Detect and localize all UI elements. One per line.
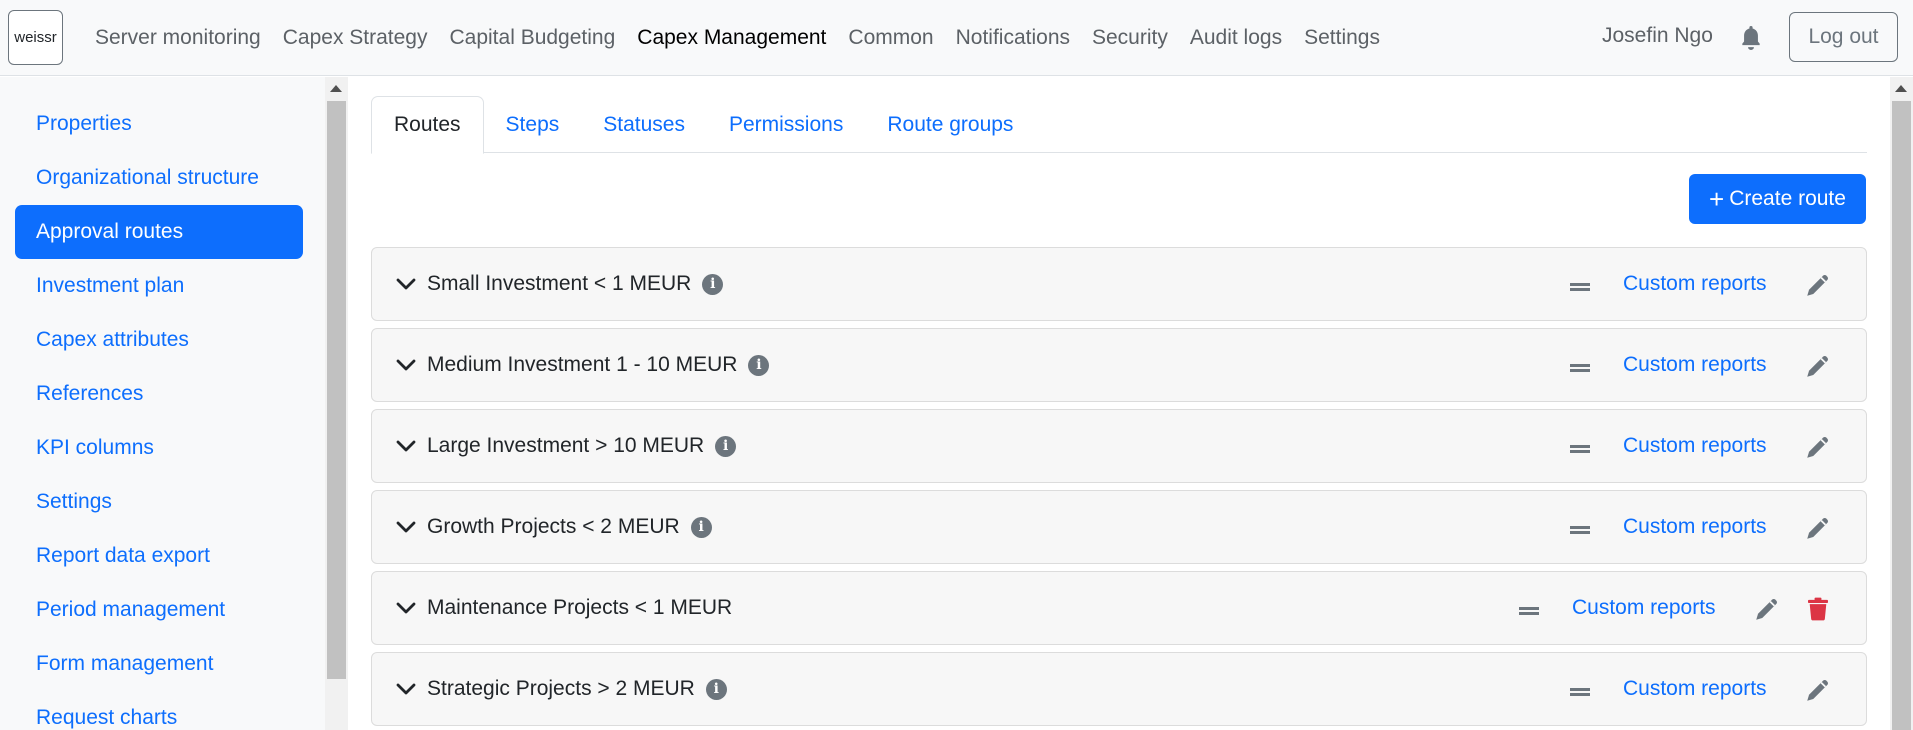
route-name-text: Large Investment > 10 MEUR — [427, 434, 705, 457]
route-tabs: Routes Steps Statuses Permissions Route grou… — [371, 96, 1867, 154]
create-route-button[interactable]: + Create route — [1689, 174, 1866, 224]
route-row[interactable]: Medium Investment 1 - 10 MEUR i Custom rep… — [371, 328, 1867, 402]
nav-item-audit-logs[interactable]: Audit logs — [1179, 26, 1293, 50]
sidebar-item-approval-routes[interactable]: Approval routes — [15, 205, 303, 259]
custom-reports-link[interactable]: Custom reports — [1623, 677, 1767, 701]
route-name: Large Investment > 10 MEUR i — [427, 434, 737, 458]
pencil-icon[interactable] — [1805, 274, 1829, 298]
drag-handle-icon[interactable] — [1570, 283, 1590, 291]
route-name: Small Investment < 1 MEUR i — [427, 272, 724, 296]
nav-item-capital-budgeting[interactable]: Capital Budgeting — [438, 26, 626, 50]
route-row[interactable]: Growth Projects < 2 MEUR i Custom reports — [371, 490, 1867, 564]
logo[interactable]: weissr — [8, 10, 63, 65]
trash-icon[interactable] — [1808, 597, 1828, 621]
custom-reports-link[interactable]: Custom reports — [1572, 596, 1716, 620]
bell-icon[interactable] — [1740, 26, 1762, 50]
nav-item-capex-management[interactable]: Capex Management — [626, 26, 837, 50]
plus-icon: + — [1709, 184, 1725, 214]
info-icon[interactable]: i — [748, 354, 770, 376]
nav-item-common[interactable]: Common — [837, 26, 944, 50]
sidebar-item-request-charts[interactable]: Request charts — [15, 691, 303, 730]
drag-handle-icon[interactable] — [1570, 688, 1590, 696]
sidebar-item-references[interactable]: References — [15, 367, 303, 421]
tab-statuses[interactable]: Statuses — [581, 96, 707, 153]
pencil-icon[interactable] — [1805, 517, 1829, 541]
logout-button[interactable]: Log out — [1789, 12, 1898, 62]
user-name[interactable]: Josefin Ngo — [1602, 24, 1713, 48]
chevron-down-icon[interactable] — [396, 439, 416, 453]
info-icon[interactable]: i — [705, 678, 727, 700]
route-name: Medium Investment 1 - 10 MEUR i — [427, 353, 770, 377]
info-icon[interactable]: i — [690, 516, 712, 538]
nav-item-server-monitoring[interactable]: Server monitoring — [84, 26, 272, 50]
tab-permissions[interactable]: Permissions — [707, 96, 865, 153]
route-name-text: Medium Investment 1 - 10 MEUR — [427, 353, 738, 376]
chevron-down-icon[interactable] — [396, 277, 416, 291]
chevron-down-icon[interactable] — [396, 682, 416, 696]
chevron-down-icon[interactable] — [396, 358, 416, 372]
tab-steps[interactable]: Steps — [484, 96, 582, 153]
sidebar-item-investment-plan[interactable]: Investment plan — [15, 259, 303, 313]
route-row[interactable]: Small Investment < 1 MEUR i Custom reports — [371, 247, 1867, 321]
sidebar-item-form-management[interactable]: Form management — [15, 637, 303, 691]
drag-handle-icon[interactable] — [1570, 445, 1590, 453]
info-icon[interactable]: i — [702, 273, 724, 295]
sidebar-item-period-management[interactable]: Period management — [15, 583, 303, 637]
custom-reports-link[interactable]: Custom reports — [1623, 515, 1767, 539]
route-name-text: Strategic Projects > 2 MEUR — [427, 677, 695, 700]
route-name: Strategic Projects > 2 MEUR i — [427, 677, 727, 701]
pencil-icon[interactable] — [1754, 598, 1778, 622]
sidebar-item-properties[interactable]: Properties — [15, 97, 303, 151]
route-name-text: Small Investment < 1 MEUR — [427, 272, 692, 295]
tab-routes[interactable]: Routes — [371, 96, 484, 154]
chevron-down-icon[interactable] — [396, 520, 416, 534]
pencil-icon[interactable] — [1805, 679, 1829, 703]
nav-item-notifications[interactable]: Notifications — [945, 26, 1081, 50]
tab-route-groups[interactable]: Route groups — [865, 96, 1035, 153]
route-row[interactable]: Maintenance Projects < 1 MEUR Custom repo… — [371, 571, 1867, 645]
main-nav: Server monitoring Capex Strategy Capital B… — [84, 0, 1391, 76]
custom-reports-link[interactable]: Custom reports — [1623, 353, 1767, 377]
nav-item-settings[interactable]: Settings — [1293, 26, 1391, 50]
sidebar-menu: Properties Organizational structure Approv… — [15, 97, 303, 730]
sidebar-item-organizational-structure[interactable]: Organizational structure — [15, 151, 303, 205]
sidebar-item-settings[interactable]: Settings — [15, 475, 303, 529]
page-scrollbar-thumb[interactable] — [1892, 101, 1911, 730]
route-name: Maintenance Projects < 1 MEUR — [427, 596, 732, 620]
pencil-icon[interactable] — [1805, 436, 1829, 460]
create-route-label: Create route — [1729, 187, 1846, 210]
sidebar-scroll-up-arrow-icon[interactable] — [330, 85, 342, 92]
drag-handle-icon[interactable] — [1570, 364, 1590, 372]
routes-list: Small Investment < 1 MEUR i Custom reports… — [371, 247, 1867, 730]
sidebar: Properties Organizational structure Approv… — [0, 77, 325, 730]
top-navbar: weissr Server monitoring Capex Strategy Ca… — [0, 0, 1913, 76]
route-name-text: Maintenance Projects < 1 MEUR — [427, 596, 733, 619]
sidebar-scrollbar-thumb[interactable] — [327, 101, 346, 679]
route-row[interactable]: Large Investment > 10 MEUR i Custom report… — [371, 409, 1867, 483]
pencil-icon[interactable] — [1805, 355, 1829, 379]
custom-reports-link[interactable]: Custom reports — [1623, 434, 1767, 458]
route-name: Growth Projects < 2 MEUR i — [427, 515, 712, 539]
sidebar-item-kpi-columns[interactable]: KPI columns — [15, 421, 303, 475]
sidebar-item-capex-attributes[interactable]: Capex attributes — [15, 313, 303, 367]
drag-handle-icon[interactable] — [1519, 607, 1539, 615]
custom-reports-link[interactable]: Custom reports — [1623, 272, 1767, 296]
sidebar-item-report-data-export[interactable]: Report data export — [15, 529, 303, 583]
route-name-text: Growth Projects < 2 MEUR — [427, 515, 680, 538]
info-icon[interactable]: i — [715, 435, 737, 457]
page-scroll-up-arrow-icon[interactable] — [1895, 85, 1907, 92]
drag-handle-icon[interactable] — [1570, 526, 1590, 534]
nav-item-security[interactable]: Security — [1081, 26, 1179, 50]
route-row[interactable]: Strategic Projects > 2 MEUR i Custom repor… — [371, 652, 1867, 726]
nav-item-capex-strategy[interactable]: Capex Strategy — [272, 26, 439, 50]
chevron-down-icon[interactable] — [396, 601, 416, 615]
